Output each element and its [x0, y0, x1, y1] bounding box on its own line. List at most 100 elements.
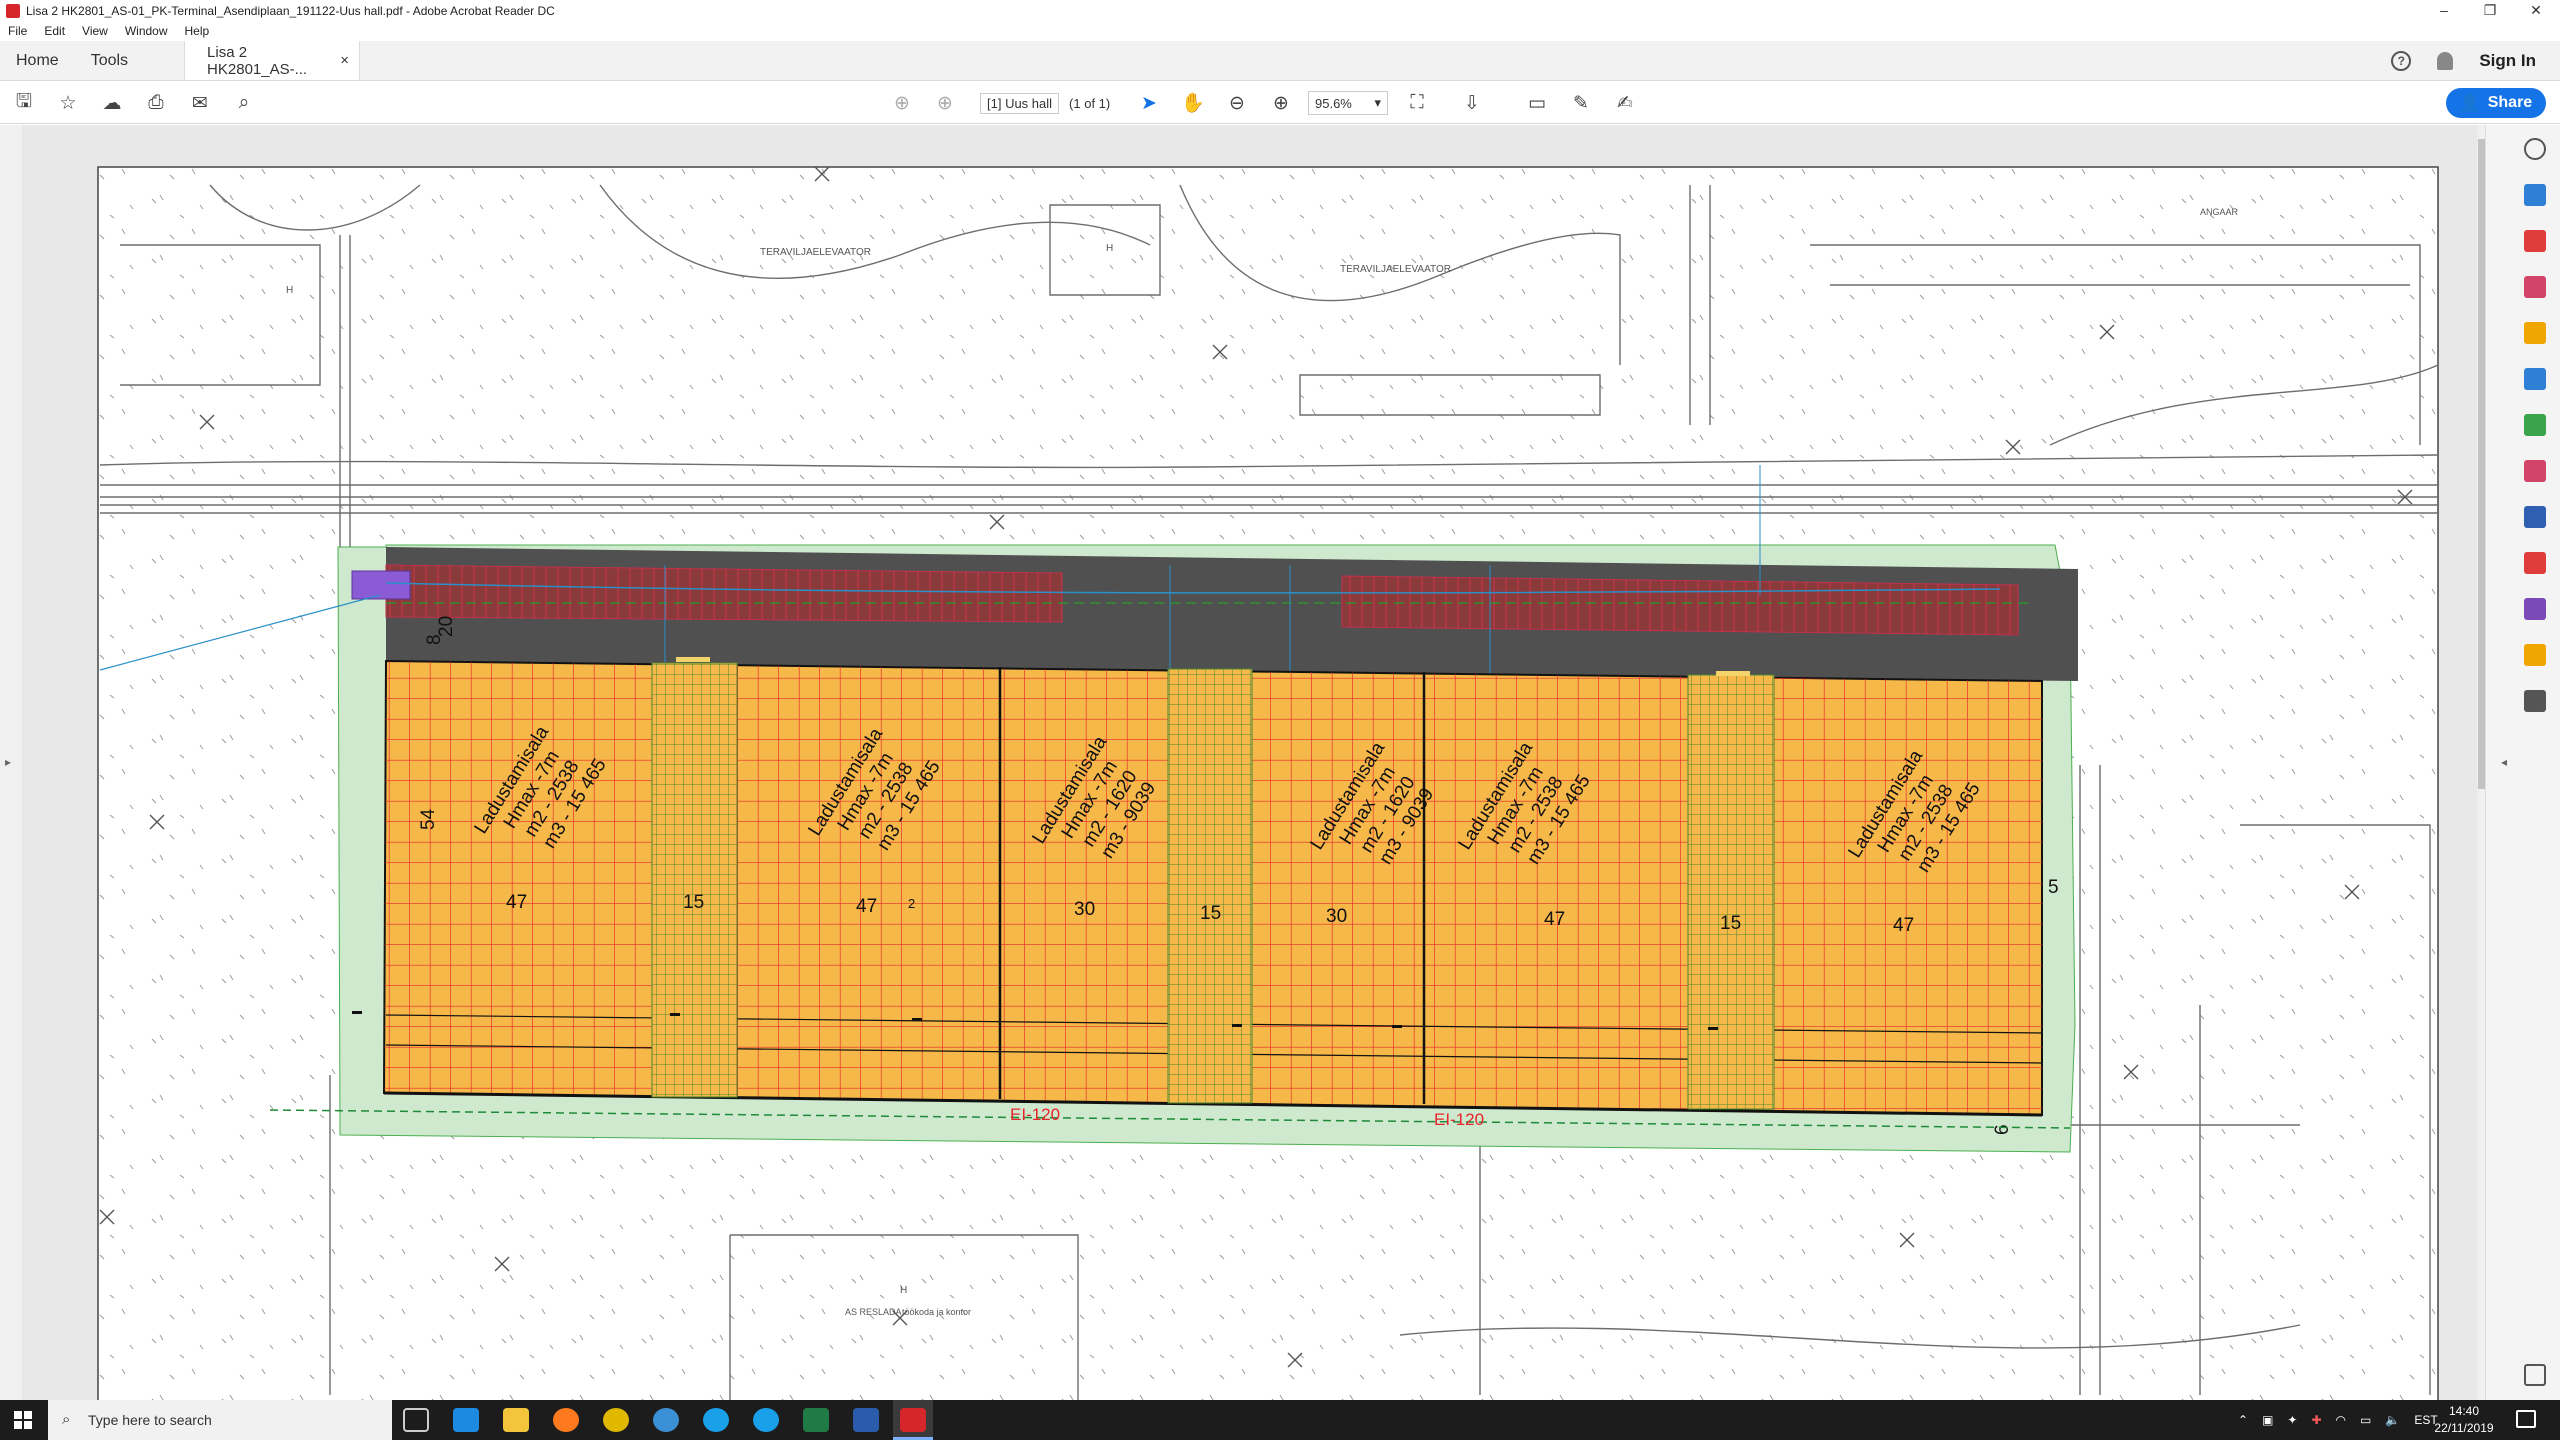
protect-icon[interactable]	[2524, 506, 2546, 528]
combine-files-icon[interactable]	[2524, 368, 2546, 390]
tab-home[interactable]: Home	[0, 41, 75, 80]
zoom-level-value: 95.6%	[1315, 95, 1352, 111]
zoom-out-icon[interactable]: ⊖	[1225, 92, 1249, 114]
taskbar-search-placeholder: Type here to search	[88, 1412, 212, 1428]
tab-close-icon[interactable]: ×	[340, 52, 349, 69]
excel-icon[interactable]	[803, 1408, 829, 1432]
window-title: Lisa 2 HK2801_AS-01_PK-Terminal_Asendipl…	[26, 3, 555, 18]
adobe-sign-icon[interactable]	[2524, 552, 2546, 574]
map-label-h1: H	[1106, 243, 1113, 254]
more-tools-icon[interactable]	[2524, 690, 2546, 712]
fill-sign-icon[interactable]	[2524, 460, 2546, 482]
zoom-in-icon[interactable]: ⊕	[1269, 92, 1293, 114]
menu-file[interactable]: File	[0, 24, 36, 38]
upload-cloud-icon[interactable]: ☁	[100, 92, 124, 114]
left-panel-rail[interactable]: ▸	[0, 125, 22, 1400]
globe-app-icon[interactable]	[653, 1408, 679, 1432]
tray-chevron-up-icon[interactable]: ⌃	[2238, 1413, 2248, 1427]
comment-tool-icon[interactable]	[2524, 322, 2546, 344]
windows-taskbar: ⌕ Type here to search ⌃ ▣ ✦ ✚ ◠ ▭ 🔈 EST …	[0, 1400, 2560, 1440]
share-label: Share	[2487, 94, 2533, 111]
expand-left-panel-icon[interactable]: ▸	[5, 755, 11, 769]
tab-document-label: Lisa 2 HK2801_AS-...	[207, 43, 308, 78]
notification-bell-icon[interactable]	[2437, 51, 2454, 70]
organize-pages-icon[interactable]	[2524, 276, 2546, 298]
page-number-input[interactable]: [1] Uus hall	[980, 92, 1060, 114]
comment-icon[interactable]: ▭	[1525, 92, 1549, 114]
dim-30b: 30	[1326, 906, 1347, 927]
map-label-teravili-left: TERAVILJAELEVAATOR	[760, 247, 871, 258]
acrobat-taskbar-icon	[900, 1408, 926, 1432]
edit-pdf-icon[interactable]	[2524, 414, 2546, 436]
tray-app-icon[interactable]: ✦	[2287, 1413, 2297, 1427]
page-navigator: [1] Uus hall (1 of 1)	[980, 91, 1110, 115]
tray-clock[interactable]: 14:40 22/11/2019	[2424, 1403, 2504, 1437]
highlight-pen-icon[interactable]: ✎	[1569, 92, 1593, 114]
minimize-button[interactable]: –	[2420, 0, 2468, 21]
search-icon[interactable]: ⌕	[232, 92, 256, 114]
sign-icon[interactable]: ✍	[1613, 92, 1637, 114]
dim-47b: 47	[856, 896, 877, 917]
fire-label-1: EI-120	[1010, 1105, 1060, 1124]
collapse-panel-icon[interactable]	[2524, 1364, 2546, 1386]
acrobat-taskbar-button[interactable]	[893, 1400, 933, 1440]
share-button[interactable]: 👤 Share	[2446, 88, 2546, 118]
map-label-h3: H	[900, 1285, 907, 1296]
tray-red-icon[interactable]: ✚	[2311, 1413, 2321, 1427]
tab-document[interactable]: Lisa 2 HK2801_AS-... ×	[184, 41, 361, 80]
hand-tool-icon[interactable]: ✋	[1181, 92, 1205, 114]
purple-marker	[351, 570, 411, 600]
export-pdf-icon[interactable]	[2524, 184, 2546, 206]
menu-view[interactable]: View	[74, 24, 117, 38]
select-cursor-icon[interactable]: ➤	[1137, 92, 1161, 114]
zoom-search-icon[interactable]	[2524, 138, 2546, 160]
fire-label-2: EI-120	[1434, 1110, 1484, 1129]
send-for-comments-icon[interactable]	[2524, 644, 2546, 666]
firefox-icon[interactable]	[553, 1408, 579, 1432]
menu-edit[interactable]: Edit	[36, 24, 74, 38]
task-view-icon[interactable]	[403, 1408, 429, 1432]
right-tools-panel: ◂	[2485, 125, 2560, 1400]
share-person-icon: 👤	[2459, 95, 2480, 112]
word-icon[interactable]	[853, 1408, 879, 1432]
tray-wifi-icon[interactable]: ◠	[2336, 1413, 2346, 1427]
windows-start-icon[interactable]	[14, 1411, 32, 1429]
email-icon[interactable]: ✉	[188, 92, 212, 114]
skype-business-icon[interactable]	[753, 1408, 779, 1432]
file-explorer-icon[interactable]	[503, 1408, 529, 1432]
main-toolbar: 🖫 ☆ ☁ ⎙ ✉ ⌕ ⊕ ⊕ [1] Uus hall (1 of 1) ➤ …	[0, 82, 2560, 124]
sign-in-button[interactable]: Sign In	[2479, 51, 2536, 71]
menu-help[interactable]: Help	[177, 24, 219, 38]
map-label-h2: H	[286, 285, 293, 296]
tray-volume-icon[interactable]: 🔈	[2385, 1413, 2400, 1427]
scroll-mode-icon[interactable]: ⇩	[1460, 92, 1484, 114]
edge-browser-icon[interactable]	[453, 1408, 479, 1432]
help-icon[interactable]: ?	[2391, 50, 2412, 71]
send-for-signature-icon[interactable]	[2524, 598, 2546, 620]
dim-47c: 47	[1544, 909, 1565, 930]
print-icon[interactable]: ⎙	[144, 92, 168, 114]
dim-20: 20	[436, 616, 457, 637]
create-pdf-icon[interactable]	[2524, 230, 2546, 252]
collapse-right-panel-icon[interactable]: ◂	[2501, 755, 2507, 769]
dim-6: 6	[1992, 1124, 2013, 1135]
dim-47a: 47	[506, 892, 527, 913]
chrome-icon[interactable]	[603, 1408, 629, 1432]
zoom-level-select[interactable]: 95.6% ▾	[1308, 91, 1388, 115]
document-view[interactable]: TERAVILJAELEVAATOR TERAVILJAELEVAATOR AN…	[0, 125, 2485, 1400]
skype-icon[interactable]	[703, 1408, 729, 1432]
restore-button[interactable]: ❐	[2466, 0, 2514, 21]
menu-window[interactable]: Window	[117, 24, 177, 38]
tab-tools[interactable]: Tools	[75, 41, 144, 80]
save-icon[interactable]: 🖫	[12, 91, 36, 114]
close-window-button[interactable]: ✕	[2512, 0, 2560, 21]
taskbar-search-input[interactable]: ⌕ Type here to search	[48, 1400, 392, 1440]
previous-page-icon[interactable]: ⊕	[890, 92, 914, 114]
fit-page-icon[interactable]: ⛶	[1405, 92, 1429, 114]
tray-display-icon[interactable]: ▭	[2360, 1413, 2371, 1427]
tray-network-icon[interactable]: ▣	[2262, 1413, 2273, 1427]
map-label-teravili-right: TERAVILJAELEVAATOR	[1340, 264, 1451, 275]
bookmark-star-icon[interactable]: ☆	[56, 92, 80, 114]
notifications-icon[interactable]	[2516, 1410, 2536, 1428]
next-page-icon[interactable]: ⊕	[933, 92, 957, 114]
